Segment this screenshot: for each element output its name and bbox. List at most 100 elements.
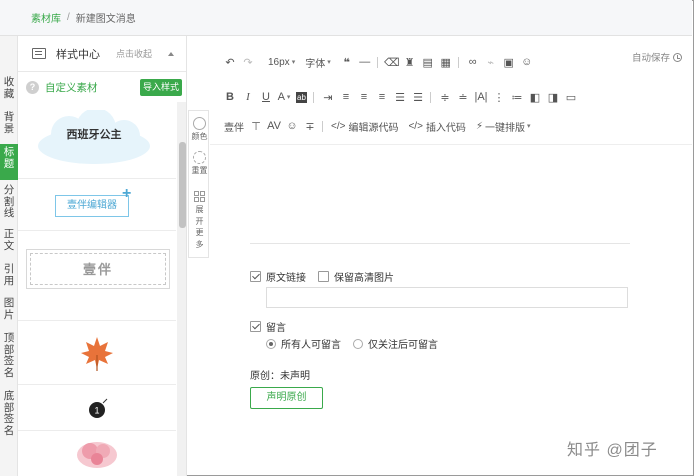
insert-code-button[interactable]: </> 插入代码	[408, 119, 465, 134]
style-item-cloud-title[interactable]: 西班牙公主	[18, 104, 176, 179]
grid-icon	[194, 191, 205, 202]
chevron-down-icon: ▾	[526, 123, 531, 130]
style-item-editor-badge[interactable]: 壹伴编辑器 +	[18, 179, 176, 231]
number-circle-icon: 1	[89, 398, 108, 418]
format-brush-icon[interactable]: ♜	[404, 56, 416, 69]
undo-icon[interactable]: ↶	[224, 56, 236, 69]
original-status-text: 原创：未声明	[250, 371, 310, 382]
style-item-number-badge[interactable]: 1	[18, 385, 176, 431]
editor-content[interactable]: 原文链接 保留高清图片 留言 所有人可留言 仅关注后可留言 原创：未声明 声明原…	[210, 144, 692, 476]
blockquote-icon[interactable]: ❝	[341, 56, 353, 69]
breadcrumb-root-link[interactable]: 素材库	[31, 10, 61, 25]
edit-source-button[interactable]: </> 编辑源代码	[331, 119, 398, 134]
horizontal-rule-icon[interactable]: —	[359, 56, 371, 68]
yiban-menu[interactable]: 壹伴	[224, 119, 244, 134]
column-icon[interactable]: ⊤	[250, 120, 262, 133]
tab-image[interactable]: 图片	[0, 295, 18, 329]
indent-icon[interactable]: ⇥	[322, 91, 334, 104]
custom-material-row: ? 自定义素材 导入样式	[18, 72, 186, 102]
toolbar-divider	[322, 120, 323, 132]
font-family-value: 字体	[305, 58, 326, 70]
breadcrumb: 素材库 / 新建图文消息	[0, 0, 692, 36]
toolbar-divider	[457, 56, 459, 68]
ordered-list-icon[interactable]: ⋮	[493, 91, 505, 104]
tab-bottom-signature[interactable]: 底部签名	[0, 388, 18, 444]
tab-background[interactable]: 背景	[0, 109, 18, 143]
document-icon[interactable]: ▦	[440, 56, 452, 69]
align-center-icon[interactable]: ≡	[358, 91, 370, 103]
import-style-button[interactable]: 导入样式	[140, 79, 182, 96]
font-family-select[interactable]: 字体 ▾	[305, 55, 331, 70]
insert-code-label: 插入代码	[425, 122, 466, 134]
custom-material-link[interactable]: 自定义素材	[45, 80, 98, 95]
followers-only-radio[interactable]	[353, 338, 363, 349]
tab-top-signature[interactable]: 顶部签名	[0, 330, 18, 386]
align-left-icon[interactable]: ≡	[340, 91, 352, 103]
highlight-icon[interactable]: ab	[296, 91, 307, 103]
unlink-icon[interactable]: ⌁	[485, 56, 497, 69]
comment-permission-row: 所有人可留言 仅关注后可留言	[266, 336, 438, 351]
collapse-arrow-icon[interactable]	[168, 52, 174, 56]
unordered-list-icon[interactable]: ≔	[511, 91, 523, 104]
toolbar-divider	[376, 56, 378, 68]
style-item-yiban-box[interactable]: 壹伴	[18, 231, 176, 321]
tab-body[interactable]: 正文	[0, 226, 18, 260]
tab-divider[interactable]: 分割线	[0, 182, 18, 224]
original-link-input[interactable]	[266, 287, 628, 308]
original-link-checkbox[interactable]	[250, 271, 261, 282]
line-height-icon[interactable]: ≑	[439, 91, 451, 104]
code-icon: </>	[331, 120, 346, 132]
clock-icon	[673, 53, 682, 62]
breadcrumb-current: 新建图文消息	[75, 14, 136, 25]
font-spacing-icon[interactable]: AV	[267, 120, 281, 132]
tab-quote[interactable]: 引用	[0, 261, 18, 295]
font-size-select[interactable]: 16px ▾	[268, 57, 295, 68]
category-tabs: 收藏 背景 标题 分割线 正文 引用 图片 顶部签名 底部签名	[0, 36, 18, 476]
expand-tool[interactable]: 展开更多	[189, 191, 210, 250]
float-none-icon[interactable]: ▭	[565, 91, 577, 104]
reset-tool[interactable]: 重置	[189, 151, 210, 176]
bold-icon[interactable]: B	[224, 91, 236, 103]
eraser-icon[interactable]: ⌫	[384, 56, 400, 69]
scrollbar-thumb[interactable]	[179, 142, 186, 228]
style-item-maple-leaf[interactable]	[18, 321, 176, 385]
emoji-icon[interactable]: ☺	[521, 56, 533, 68]
edit-source-label: 编辑源代码	[348, 122, 399, 134]
autosave-status[interactable]: 自动保存	[632, 50, 682, 64]
keep-hd-checkbox[interactable]	[318, 271, 329, 282]
emoticon-icon[interactable]: ☺	[286, 120, 298, 132]
everyone-label: 所有人可留言	[281, 340, 341, 351]
comment-checkbox[interactable]	[250, 321, 261, 332]
everyone-radio[interactable]	[266, 338, 276, 349]
style-item-flower[interactable]	[18, 431, 176, 476]
declare-original-button[interactable]: 声明原创	[250, 387, 323, 409]
float-left-icon[interactable]: ◧	[529, 91, 541, 104]
align-justify-icon[interactable]: ☰	[394, 91, 406, 104]
color-tool[interactable]: 颜色	[189, 117, 210, 142]
editor-area: 自动保存 ↶ ↷ 16px ▾ 字体 ▾ ❝ — ⌫ ♜ ▤ ▦ ∞ ⌁ ▣ ☺ B…	[210, 36, 692, 476]
paragraph-spacing-icon[interactable]: ≐	[457, 91, 469, 104]
tab-favorites[interactable]: 收藏	[0, 74, 18, 108]
align-distribute-icon[interactable]: ☰	[412, 91, 424, 104]
collapse-link[interactable]: 点击收起	[116, 47, 152, 60]
image-icon[interactable]: ▣	[503, 56, 515, 69]
font-color-icon[interactable]: A ▾	[278, 91, 291, 103]
float-right-icon[interactable]: ◨	[547, 91, 559, 104]
comment-row: 留言	[250, 319, 286, 334]
tab-top-signature-label: 顶部签名	[3, 332, 15, 379]
letter-spacing-icon[interactable]: |A|	[474, 91, 487, 103]
link-icon[interactable]: ∞	[467, 56, 479, 68]
font-size-value: 16px	[268, 56, 290, 68]
one-click-layout-button[interactable]: ⚡ 一键排版 ▾	[476, 119, 531, 134]
tab-title[interactable]: 标题	[0, 144, 18, 180]
template-icon[interactable]: ▤	[422, 56, 434, 69]
strikethrough-icon[interactable]: ∓	[304, 120, 316, 133]
italic-icon[interactable]: I	[242, 91, 254, 103]
comment-label: 留言	[266, 323, 286, 334]
redo-icon[interactable]: ↷	[242, 56, 254, 69]
lightning-icon: ⚡	[475, 120, 483, 132]
refresh-icon	[193, 151, 206, 164]
help-icon[interactable]: ?	[26, 80, 39, 94]
underline-icon[interactable]: U	[260, 91, 272, 103]
align-right-icon[interactable]: ≡	[376, 91, 388, 103]
